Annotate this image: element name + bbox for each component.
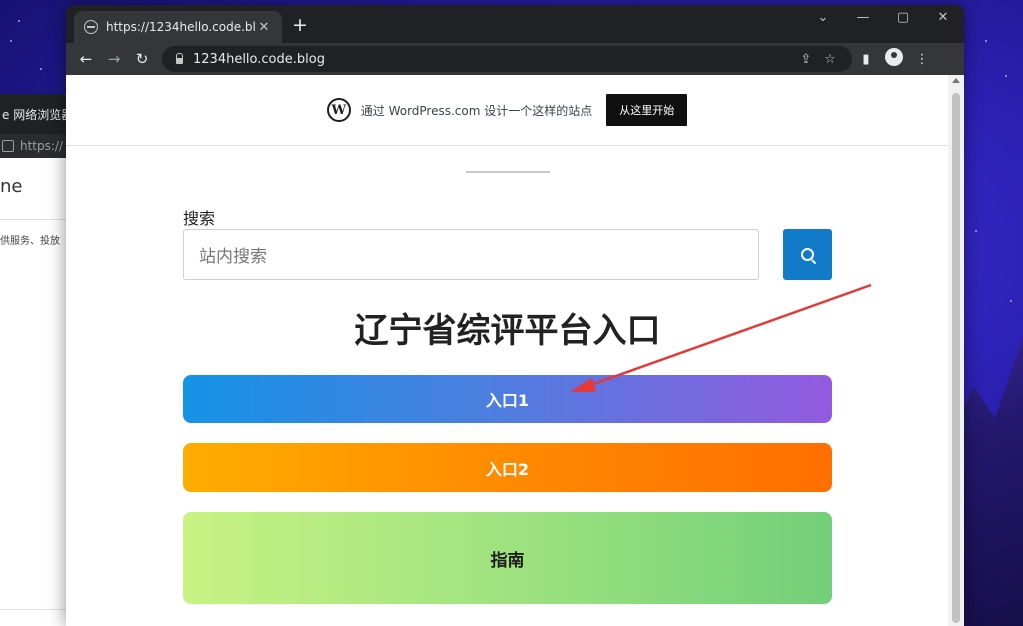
lock-icon	[2, 140, 14, 152]
background-page-heading: ne	[0, 176, 23, 197]
lock-icon[interactable]	[176, 53, 183, 64]
search-icon	[801, 248, 814, 261]
separator	[466, 171, 550, 173]
forward-button[interactable]: →	[100, 50, 128, 68]
divider	[0, 609, 70, 610]
entry-1-button[interactable]: 入口1	[183, 375, 832, 423]
menu-icon[interactable]: ⋮	[908, 52, 936, 67]
background-tab[interactable]: e 网络浏览器	[0, 94, 70, 134]
tab-search-icon[interactable]: ⌄	[808, 10, 838, 25]
restore-button[interactable]: ▢	[888, 10, 918, 25]
globe-icon	[84, 20, 98, 34]
background-url: https://	[20, 139, 64, 153]
search-input[interactable]: 站内搜索	[183, 229, 759, 280]
entry-2-button[interactable]: 入口2	[183, 443, 832, 492]
background-browser-window[interactable]: e 网络浏览器 https:// ne 供服务、投放	[0, 94, 70, 626]
side-panel-icon[interactable]: ▮	[852, 52, 880, 67]
wordpress-logo-icon[interactable]: W	[326, 98, 351, 122]
browser-window: https://1234hello.code.blog ✕ + ⌄ — ▢ ✕ …	[66, 5, 964, 626]
scroll-up-arrow-icon[interactable]	[952, 78, 960, 83]
avatar-icon	[885, 48, 903, 66]
address-text[interactable]: 1234hello.code.blog	[193, 52, 794, 67]
reload-button[interactable]: ↻	[128, 50, 156, 68]
search-label: 搜索	[183, 209, 216, 228]
background-address-bar[interactable]: https://	[0, 134, 70, 158]
search-button[interactable]	[783, 229, 832, 280]
tab-strip: https://1234hello.code.blog ✕ + ⌄ — ▢ ✕	[66, 5, 964, 43]
minimize-button[interactable]: —	[848, 10, 878, 25]
address-bar[interactable]: 1234hello.code.blog ⇪ ☆	[162, 46, 852, 72]
guide-button[interactable]: 指南	[183, 512, 832, 604]
back-button[interactable]: ←	[72, 50, 100, 68]
close-window-button[interactable]: ✕	[928, 10, 958, 25]
web-page: W 通过 WordPress.com 设计一个这样的站点 从这里开始 搜索 站内…	[66, 75, 948, 626]
tab-title: https://1234hello.code.blog	[106, 20, 256, 34]
bookmark-star-icon[interactable]: ☆	[818, 52, 842, 67]
background-page-text: 供服务、投放	[0, 236, 60, 247]
share-icon[interactable]: ⇪	[794, 52, 818, 67]
start-here-button[interactable]: 从这里开始	[606, 94, 688, 126]
profile-button[interactable]	[880, 48, 908, 70]
wordpress-banner-text: 通过 WordPress.com 设计一个这样的站点	[360, 103, 593, 118]
tab-active[interactable]: https://1234hello.code.blog ✕	[74, 11, 282, 43]
new-tab-button[interactable]: +	[288, 14, 312, 36]
scroll-thumb[interactable]	[952, 93, 960, 623]
page-title: 辽宁省综评平台入口	[354, 311, 661, 351]
wordpress-banner: W 通过 WordPress.com 设计一个这样的站点 从这里开始	[66, 75, 948, 146]
page-scrollbar[interactable]	[948, 75, 964, 626]
browser-toolbar: ← → ↻ 1234hello.code.blog ⇪ ☆ ▮ ⋮	[66, 43, 964, 75]
close-tab-icon[interactable]: ✕	[256, 20, 272, 35]
